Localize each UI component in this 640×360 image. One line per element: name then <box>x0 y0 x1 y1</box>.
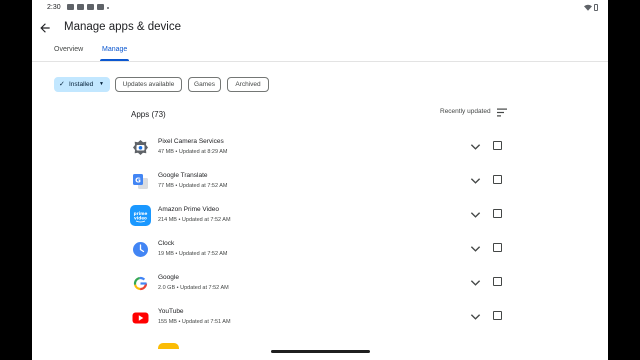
more-notifications-icon <box>107 7 109 9</box>
battery-icon <box>594 4 598 11</box>
status-time: 2:30 <box>47 4 61 11</box>
app-icon <box>158 343 179 349</box>
prime-video-icon: prime video <box>130 205 151 226</box>
app-name: Amazon Prime Video <box>158 206 219 213</box>
app-name: Pixel Camera Services <box>158 138 224 145</box>
sort-label[interactable]: Recently updated <box>440 108 491 115</box>
app-meta: 2.0 GB • Updated at 7:52 AM <box>158 285 229 291</box>
google-translate-icon: G <box>130 171 151 192</box>
app-name: Google Translate <box>158 172 208 179</box>
filter-chip-games[interactable]: Games <box>188 77 221 92</box>
app-meta: 214 MB • Updated at 7:52 AM <box>158 217 231 223</box>
select-checkbox[interactable] <box>493 311 502 320</box>
select-checkbox[interactable] <box>493 243 502 252</box>
chevron-down-icon[interactable] <box>470 279 481 287</box>
select-checkbox[interactable] <box>493 175 502 184</box>
youtube-icon <box>130 307 151 328</box>
filter-chip-installed[interactable]: ✓ Installed ▼ <box>54 77 110 92</box>
app-name: Google <box>158 274 179 281</box>
status-bar: 2:30 <box>32 0 608 16</box>
app-meta: 19 MB • Updated at 7:52 AM <box>158 251 228 257</box>
checkmark-icon: ✓ <box>59 81 65 88</box>
page-title: Manage apps & device <box>64 21 181 33</box>
notification-icon <box>67 4 74 10</box>
app-row[interactable]: Clock 19 MB • Updated at 7:52 AM <box>128 235 513 267</box>
tab-overview[interactable]: Overview <box>54 46 83 53</box>
app-meta: 47 MB • Updated at 8:29 AM <box>158 149 228 155</box>
select-checkbox[interactable] <box>493 209 502 218</box>
app-row[interactable]: prime video Amazon Prime Video 214 MB • … <box>128 201 513 233</box>
app-row[interactable]: YouTube 155 MB • Updated at 7:51 AM <box>128 303 513 335</box>
svg-text:video: video <box>134 216 147 221</box>
tabs-divider <box>32 61 608 62</box>
app-row[interactable]: Pixel Camera Services 47 MB • Updated at… <box>128 133 513 165</box>
filter-chip-label: Installed <box>69 81 94 88</box>
dropdown-caret-icon: ▼ <box>99 81 104 87</box>
clock-icon <box>130 239 151 260</box>
select-checkbox[interactable] <box>493 277 502 286</box>
google-icon <box>130 273 151 294</box>
app-name: Clock <box>158 240 175 247</box>
wifi-icon <box>584 4 592 11</box>
app-row[interactable]: G Google Translate 77 MB • Updated at 7:… <box>128 167 513 199</box>
app-row[interactable]: Google 2.0 GB • Updated at 7:52 AM <box>128 269 513 301</box>
svg-text:G: G <box>135 177 141 185</box>
filter-chip-archived[interactable]: Archived <box>227 77 269 92</box>
apps-count-heading: Apps (73) <box>131 110 166 119</box>
chevron-down-icon[interactable] <box>470 177 481 185</box>
chevron-down-icon[interactable] <box>470 313 481 321</box>
app-meta: 77 MB • Updated at 7:52 AM <box>158 183 228 189</box>
app-name: YouTube <box>158 308 184 315</box>
pixel-camera-services-icon <box>130 137 151 158</box>
sort-icon[interactable] <box>497 108 507 117</box>
chevron-down-icon[interactable] <box>470 245 481 253</box>
tab-manage[interactable]: Manage <box>102 46 127 53</box>
chevron-down-icon[interactable] <box>470 211 481 219</box>
gesture-nav-bar[interactable] <box>271 350 370 353</box>
screen: 2:30 Manage apps & device Overview Manag… <box>32 0 608 360</box>
notification-icon <box>77 4 84 10</box>
chevron-down-icon[interactable] <box>470 143 481 151</box>
notification-icon <box>97 4 104 10</box>
printer-icon <box>87 4 94 10</box>
select-checkbox[interactable] <box>493 141 502 150</box>
filter-chip-updates-available[interactable]: Updates available <box>115 77 182 92</box>
back-arrow-icon[interactable] <box>38 21 52 35</box>
app-meta: 155 MB • Updated at 7:51 AM <box>158 319 231 325</box>
